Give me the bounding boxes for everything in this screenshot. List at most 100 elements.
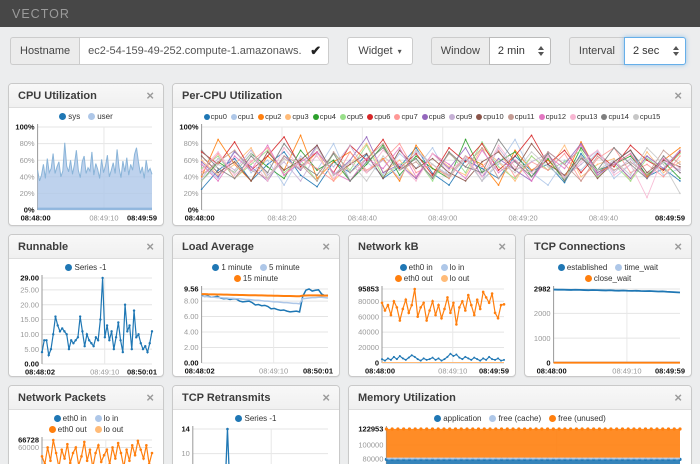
legend-label: time_wait: [624, 262, 658, 273]
legend-item[interactable]: sys: [59, 111, 80, 122]
legend-dot-icon: [489, 415, 496, 422]
svg-text:08:49:59: 08:49:59: [479, 367, 509, 376]
panel-title: Load Average: [182, 241, 254, 253]
close-icon[interactable]: ×: [498, 240, 506, 253]
svg-text:122953: 122953: [358, 425, 383, 434]
chart-legend: cpu0 cpu1 cpu2 cpu3 cpu4 cpu5 cpu6 cpu7 cpu8 cpu9…: [178, 111, 686, 122]
panel-title: Memory Utilization: [358, 392, 456, 404]
legend-item[interactable]: 15 minute: [234, 273, 278, 284]
svg-text:95853: 95853: [358, 285, 379, 294]
close-icon[interactable]: ×: [322, 240, 330, 253]
legend-label: eth0 in: [63, 413, 87, 424]
legend-item[interactable]: time_wait: [615, 262, 658, 273]
close-icon[interactable]: ×: [146, 89, 154, 102]
widget-dropdown-button[interactable]: Widget ▾: [347, 37, 413, 65]
legend-label: sys: [68, 111, 80, 122]
svg-text:20%: 20%: [20, 189, 35, 198]
close-icon[interactable]: ×: [674, 391, 682, 404]
legend-label: eth0 out: [58, 424, 87, 435]
svg-text:40%: 40%: [184, 172, 199, 181]
chart-legend: sysuser: [55, 111, 117, 122]
legend-label: 1 minute: [221, 262, 252, 273]
legend-label: lo in: [104, 413, 119, 424]
legend-item[interactable]: cpu8: [422, 111, 445, 122]
panel-header: Network kB ×: [349, 235, 515, 259]
legend-item[interactable]: lo out: [95, 424, 124, 435]
legend-item[interactable]: Series -1: [65, 262, 106, 273]
legend-label: free (cache): [498, 413, 541, 424]
legend-item[interactable]: cpu1: [231, 111, 254, 122]
legend-dot-icon: [539, 114, 545, 120]
legend-item[interactable]: close_wait: [585, 273, 631, 284]
legend-label: cpu14: [608, 111, 628, 122]
svg-text:15.00: 15.00: [20, 315, 39, 324]
legend-item[interactable]: cpu10: [476, 111, 503, 122]
legend-item[interactable]: established: [558, 262, 607, 273]
panel-title: TCP Retransmits: [182, 392, 270, 404]
legend-item[interactable]: free (unused): [549, 413, 606, 424]
svg-text:2982: 2982: [534, 285, 551, 294]
legend-dot-icon: [234, 275, 241, 282]
legend-item[interactable]: cpu2: [258, 111, 281, 122]
chart-legend: application free (cache) free (unused): [430, 413, 610, 424]
legend-item[interactable]: cpu3: [285, 111, 308, 122]
close-icon[interactable]: ×: [674, 240, 682, 253]
svg-text:08:48:00: 08:48:00: [185, 214, 215, 223]
legend-item[interactable]: eth0 out: [395, 273, 433, 284]
close-icon[interactable]: ×: [146, 240, 154, 253]
legend-item[interactable]: cpu12: [539, 111, 566, 122]
panel-title: Per-CPU Utilization: [182, 90, 282, 102]
legend-label: cpu8: [429, 111, 445, 122]
legend-label: cpu5: [347, 111, 363, 122]
panel-header: Runnable ×: [9, 235, 163, 259]
legend-item[interactable]: user: [88, 111, 113, 122]
widget-button-label: Widget: [358, 45, 392, 57]
legend-item[interactable]: cpu15: [633, 111, 660, 122]
panel-tcp-connections: TCP Connections × establishedtime_waitcl…: [524, 234, 692, 377]
svg-text:08:48:20: 08:48:20: [267, 214, 296, 223]
legend-item[interactable]: cpu6: [367, 111, 390, 122]
legend-item[interactable]: lo in: [441, 262, 465, 273]
legend-item[interactable]: eth0 out: [49, 424, 87, 435]
legend-label: cpu9: [456, 111, 472, 122]
legend-dot-icon: [633, 114, 639, 120]
window-select[interactable]: 2 min: [489, 37, 551, 65]
legend-item[interactable]: cpu4: [313, 111, 336, 122]
legend-label: Series -1: [244, 413, 276, 424]
top-navbar: VECTOR: [0, 0, 700, 27]
legend-item[interactable]: cpu9: [449, 111, 472, 122]
legend-item[interactable]: cpu13: [570, 111, 597, 122]
close-icon[interactable]: ×: [674, 89, 682, 102]
network-packets-chart: 02000040000600006672808:48:0008:49:1008:…: [14, 435, 158, 464]
close-icon[interactable]: ×: [322, 391, 330, 404]
legend-item[interactable]: lo in: [95, 413, 119, 424]
legend-item[interactable]: 1 minute: [212, 262, 252, 273]
panel-runnable: Runnable × Series -1 0.005.0010.0015.002…: [8, 234, 164, 377]
window-group: Window 2 min: [431, 37, 551, 65]
hostname-input[interactable]: [79, 37, 329, 65]
legend-dot-icon: [585, 275, 592, 282]
legend-item[interactable]: eth0 in: [54, 413, 87, 424]
stepper-icon: [673, 46, 679, 56]
legend-item[interactable]: cpu14: [601, 111, 628, 122]
legend-item[interactable]: lo out: [441, 273, 470, 284]
legend-dot-icon: [212, 264, 219, 271]
close-icon[interactable]: ×: [146, 391, 154, 404]
legend-item[interactable]: 5 minute: [260, 262, 300, 273]
legend-item[interactable]: cpu11: [508, 111, 535, 122]
legend-item[interactable]: Series -1: [235, 413, 276, 424]
legend-dot-icon: [422, 114, 428, 120]
svg-text:08:49:40: 08:49:40: [589, 214, 618, 223]
legend-item[interactable]: eth0 in: [400, 262, 433, 273]
interval-label: Interval: [569, 37, 624, 65]
legend-dot-icon: [95, 415, 102, 422]
legend-item[interactable]: cpu0: [204, 111, 227, 122]
legend-item[interactable]: free (cache): [489, 413, 541, 424]
legend-item[interactable]: cpu7: [394, 111, 417, 122]
legend-label: Series -1: [74, 262, 106, 273]
legend-item[interactable]: cpu5: [340, 111, 363, 122]
legend-dot-icon: [558, 264, 565, 271]
check-icon[interactable]: ✔: [310, 43, 321, 59]
legend-item[interactable]: application: [434, 413, 481, 424]
interval-select[interactable]: 2 sec: [624, 37, 686, 65]
